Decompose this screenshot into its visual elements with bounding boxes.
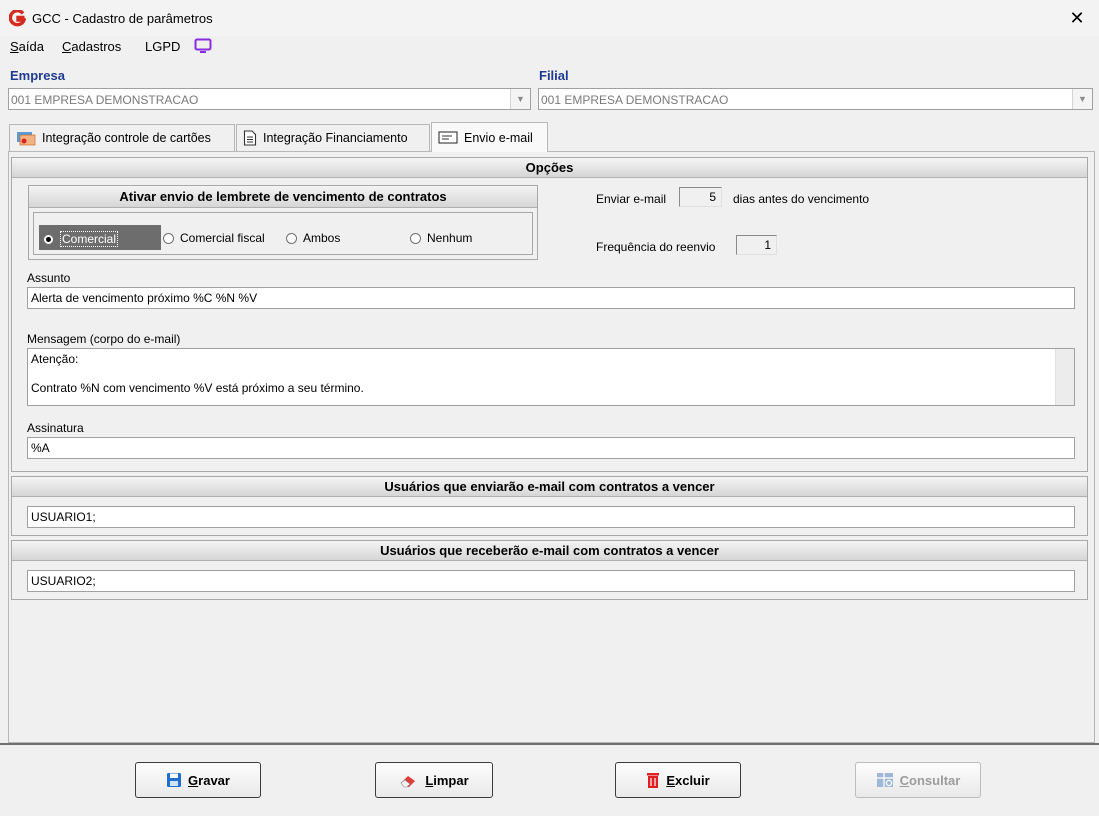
- empresa-value: 001 EMPRESA DEMONSTRACAO: [11, 93, 199, 107]
- cards-icon: [17, 131, 36, 145]
- menu-saida[interactable]: Saída: [10, 39, 44, 54]
- chevron-down-icon[interactable]: ▼: [510, 89, 530, 109]
- radio-icon: [286, 232, 297, 244]
- radio-comercial[interactable]: Comercial: [43, 231, 119, 247]
- tab-integracao-cartoes[interactable]: Integração controle de cartões: [9, 124, 235, 151]
- senders-input[interactable]: USUARIO1;: [27, 506, 1075, 528]
- filial-value: 001 EMPRESA DEMONSTRACAO: [541, 93, 729, 107]
- reminder-header: Ativar envio de lembrete de vencimento d…: [29, 186, 537, 208]
- clear-button-label: Limpar: [425, 772, 469, 788]
- tab-integracao-financiamento[interactable]: Integração Financiamento: [236, 124, 430, 151]
- eraser-icon: [400, 776, 416, 788]
- clear-button[interactable]: Limpar: [375, 762, 493, 798]
- delete-button[interactable]: Excluir: [615, 762, 741, 798]
- save-button-label: Gravar: [188, 772, 230, 788]
- radio-nenhum[interactable]: Nenhum: [410, 231, 472, 245]
- floppy-disk-icon: [167, 773, 182, 787]
- menu-cadastros[interactable]: Cadastros: [62, 39, 121, 54]
- frequency-label: Frequência do reenvio: [596, 240, 716, 254]
- receivers-header: Usuários que receberão e-mail com contra…: [12, 541, 1087, 561]
- signature-label: Assinatura: [27, 421, 84, 435]
- envelope-icon: [438, 131, 458, 144]
- receivers-input[interactable]: USUARIO2;: [27, 570, 1075, 592]
- message-line: Atenção:: [31, 352, 79, 366]
- close-button[interactable]: ✕: [1060, 4, 1094, 32]
- signature-input[interactable]: %A: [27, 437, 1075, 459]
- query-grid-icon: [876, 773, 893, 787]
- chevron-down-icon[interactable]: ▼: [1072, 89, 1092, 109]
- radio-ambos[interactable]: Ambos: [286, 231, 340, 245]
- days-before-suffix: dias antes do vencimento: [733, 192, 870, 206]
- radio-label: Ambos: [303, 231, 341, 245]
- radio-selected-icon: [43, 233, 54, 245]
- query-button-label: Consultar: [899, 772, 961, 788]
- empresa-combo[interactable]: 001 EMPRESA DEMONSTRACAO ▼: [8, 88, 531, 110]
- menu-bar: Saída Cadastros LGPD: [0, 36, 1099, 58]
- days-before-input[interactable]: 5: [679, 187, 722, 207]
- bottom-separator: [0, 743, 1099, 745]
- menu-lgpd[interactable]: LGPD: [145, 39, 180, 54]
- message-textarea[interactable]: Atenção: Contrato %N com vencimento %V e…: [27, 348, 1075, 406]
- subject-label: Assunto: [27, 271, 71, 285]
- delete-button-label: Excluir: [666, 772, 710, 788]
- radio-label: Nenhum: [427, 231, 473, 245]
- document-icon: [243, 130, 257, 146]
- tab-envio-email[interactable]: Envio e-mail: [431, 122, 548, 152]
- message-line: Contrato %N com vencimento %V está próxi…: [31, 381, 364, 395]
- tab-label: Integração controle de cartões: [42, 131, 211, 145]
- send-email-label: Enviar e-mail: [596, 192, 667, 206]
- radio-comercial-fiscal[interactable]: Comercial fiscal: [163, 231, 265, 245]
- window-title: GCC - Cadastro de parâmetros: [32, 11, 213, 26]
- opcoes-header: Opções: [12, 158, 1087, 178]
- tab-label: Envio e-mail: [464, 130, 533, 145]
- radio-label: Comercial fiscal: [180, 231, 265, 245]
- subject-input[interactable]: Alerta de vencimento próximo %C %N %V: [27, 287, 1075, 309]
- frequency-input[interactable]: 1: [736, 235, 777, 255]
- senders-header: Usuários que enviarão e-mail com contrat…: [12, 477, 1087, 497]
- close-icon: ✕: [1069, 7, 1085, 28]
- radio-icon: [163, 232, 174, 244]
- radio-label: Comercial: [60, 231, 119, 247]
- monitor-icon[interactable]: [194, 38, 212, 54]
- filial-combo[interactable]: 001 EMPRESA DEMONSTRACAO ▼: [538, 88, 1093, 110]
- tab-label: Integração Financiamento: [263, 131, 408, 145]
- app-logo-icon: [9, 10, 26, 27]
- query-button[interactable]: Consultar: [855, 762, 981, 798]
- filial-label: Filial: [539, 68, 569, 83]
- message-scrollbar[interactable]: [1055, 349, 1074, 405]
- empresa-label: Empresa: [10, 68, 65, 83]
- radio-icon: [410, 232, 421, 244]
- message-label: Mensagem (corpo do e-mail): [27, 332, 181, 346]
- trash-icon: [647, 773, 660, 788]
- save-button[interactable]: Gravar: [135, 762, 261, 798]
